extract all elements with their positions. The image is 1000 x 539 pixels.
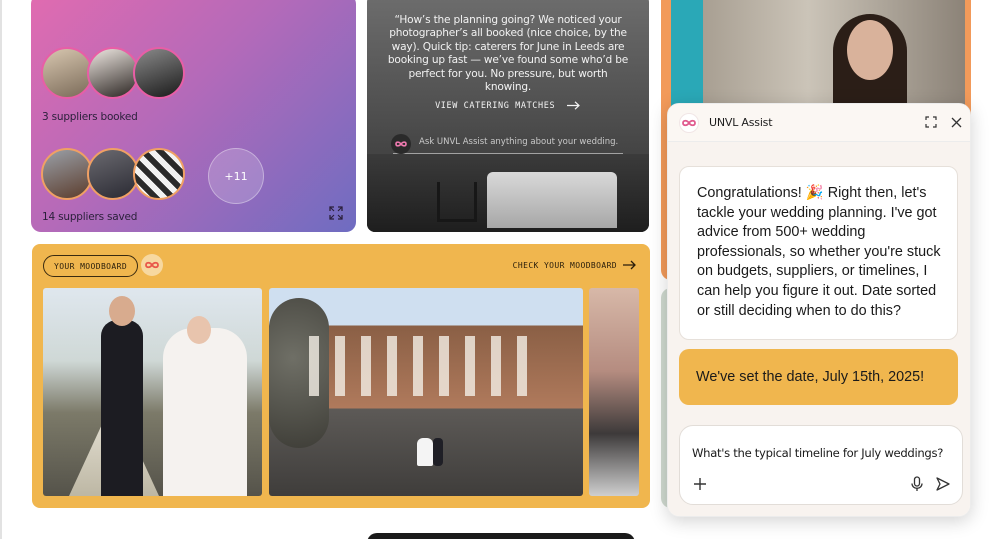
moodboard-photo-party[interactable] [589, 288, 639, 496]
venue-table [487, 172, 617, 228]
saved-supplier-avatar[interactable] [133, 148, 185, 200]
fullscreen-icon[interactable] [924, 115, 938, 129]
venue-chairs [437, 182, 477, 222]
moodboard-photo-couple-champagne[interactable] [43, 288, 262, 496]
unvl-logo-icon [391, 134, 411, 154]
building-windows [309, 336, 529, 396]
assist-header: UNVL Assist [668, 104, 970, 142]
walking-bride [417, 438, 433, 466]
walking-groom [433, 438, 443, 466]
check-moodboard-link[interactable]: CHECK YOUR MOODBOARD [513, 260, 637, 270]
assist-chat-panel: UNVL Assist Congratulations! 🎉 Right the… [667, 103, 971, 517]
arrow-right-icon [566, 101, 580, 110]
view-catering-matches-label: VIEW CATERING MATCHES [435, 101, 556, 111]
page-divider [0, 0, 2, 539]
portrait-face [847, 20, 893, 80]
assist-tip-text: “How’s the planning going? We noticed yo… [387, 14, 629, 94]
arrow-right-icon [623, 260, 636, 270]
groom-head [109, 296, 135, 326]
plus-icon[interactable] [692, 476, 708, 492]
saved-supplier-avatar[interactable] [87, 148, 139, 200]
unvl-logo-icon [679, 113, 699, 133]
dashboard-page: 3 suppliers booked +11 14 suppliers save… [0, 0, 1000, 539]
microphone-icon[interactable] [910, 476, 924, 492]
ask-assist-input[interactable] [419, 137, 619, 147]
saved-supplier-avatar[interactable] [41, 148, 93, 200]
supplier-avatar[interactable] [41, 47, 93, 99]
catering-tip-card: “How’s the planning going? We noticed yo… [367, 0, 649, 232]
assist-conversation: Congratulations! 🎉 Right then, let's tac… [668, 142, 970, 516]
send-icon[interactable] [935, 476, 951, 492]
suppliers-saved-label: 14 suppliers saved [42, 211, 138, 223]
suppliers-card[interactable]: 3 suppliers booked +11 14 suppliers save… [31, 0, 356, 232]
message-composer[interactable] [679, 425, 963, 505]
assist-title: UNVL Assist [709, 116, 773, 129]
check-moodboard-label: CHECK YOUR MOODBOARD [512, 260, 617, 270]
suppliers-booked-label: 3 suppliers booked [42, 111, 138, 123]
user-message: We've set the date, July 15th, 2025! [679, 349, 958, 405]
moodboard-card: YOUR MOODBOARD CHECK YOUR MOODBOARD [32, 244, 650, 508]
moodboard-title-pill: YOUR MOODBOARD [43, 255, 139, 277]
view-catering-matches-link[interactable]: VIEW CATERING MATCHES [367, 101, 649, 111]
portrait-photo [703, 0, 965, 124]
bride-head [187, 316, 211, 344]
bottom-bar [367, 533, 635, 539]
bride [163, 328, 247, 496]
groom [101, 320, 143, 496]
ask-assist-bar[interactable] [391, 134, 623, 154]
supplier-avatar[interactable] [133, 47, 185, 99]
assistant-message: Congratulations! 🎉 Right then, let's tac… [679, 166, 958, 340]
unvl-logo-icon [141, 254, 163, 276]
close-icon[interactable] [949, 115, 963, 129]
moodboard-photo-street[interactable] [269, 288, 583, 496]
message-input[interactable] [692, 446, 944, 460]
more-suppliers-badge[interactable]: +11 [208, 148, 264, 204]
supplier-avatar[interactable] [87, 47, 139, 99]
expand-icon[interactable] [329, 206, 343, 220]
